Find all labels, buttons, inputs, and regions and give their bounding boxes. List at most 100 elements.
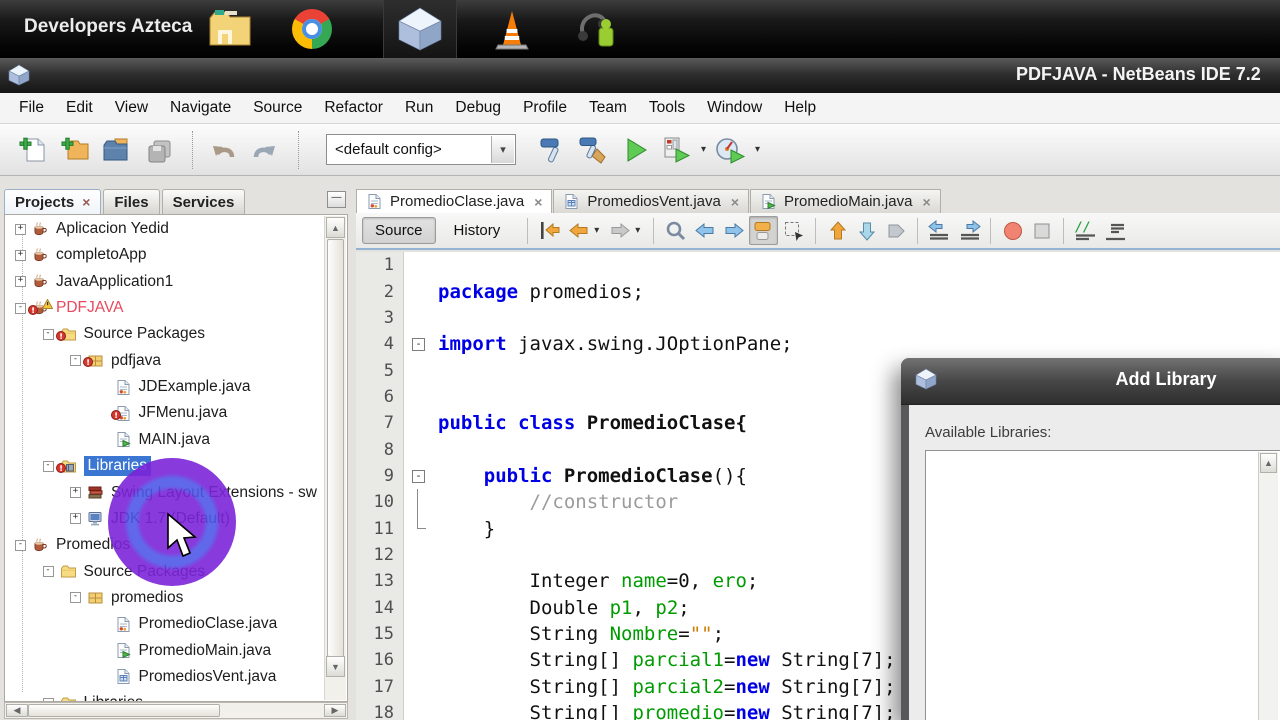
shift-line-left-button[interactable] [926,217,953,244]
available-libraries-list[interactable]: ▲ [925,450,1280,720]
fold-collapse-icon[interactable]: - [412,338,425,351]
tree-horizontal-scrollbar[interactable]: ◀ ▶ [4,702,348,719]
menu-run[interactable]: Run [394,99,444,117]
menu-help[interactable]: Help [773,99,827,117]
code-text[interactable]: String[] parcial2=new String[7]; [438,676,896,698]
menu-navigate[interactable]: Navigate [159,99,242,117]
collapse-icon[interactable]: - [70,355,81,366]
collapse-icon[interactable]: - [70,592,81,603]
code-text[interactable]: String[] parcial1=new String[7]; [438,649,896,671]
tree-item-pdfjava[interactable]: -pdfjava [70,348,161,374]
editor-tab-promedioclase-java[interactable]: PromedioClase.java× [356,189,552,213]
tree-item-jdexample-java[interactable]: JDExample.java [98,374,251,400]
tree-item-libraries[interactable]: -Libraries [43,690,143,702]
chrome-icon[interactable] [287,5,337,53]
tab-projects[interactable]: Projects× [4,189,101,214]
debug-button[interactable] [658,131,696,169]
editor-tab-promediosvent-java[interactable]: PromediosVent.java× [553,189,749,213]
scroll-up-button[interactable]: ▲ [326,217,345,238]
scroll-right-button[interactable]: ▶ [324,704,346,717]
code-text[interactable]: Integer name=0, ero; [438,570,758,592]
profile-button[interactable] [712,131,750,169]
last-edit-button[interactable] [536,217,563,244]
collapse-icon[interactable]: - [43,461,54,472]
tree-item-pdfjava[interactable]: -PDFJAVA [15,295,123,321]
expand-icon[interactable]: + [15,250,26,261]
tree-item-source-packages[interactable]: -Source Packages [43,321,206,347]
code-text[interactable]: Double p1, p2; [438,597,690,619]
menu-file[interactable]: File [8,99,55,117]
close-icon[interactable]: × [922,195,930,209]
expand-icon[interactable]: + [70,513,81,524]
scrollbar-thumb[interactable] [327,239,344,657]
minimize-panel-button[interactable]: — [327,191,346,208]
menu-view[interactable]: View [104,99,159,117]
tree-item-completoapp[interactable]: +completoApp [15,242,146,268]
chevron-down-icon[interactable]: ▾ [491,136,514,163]
tree-item-jfmenu-java[interactable]: JFMenu.java [98,400,228,426]
stop-macro-button[interactable] [1028,217,1055,244]
new-file-button[interactable] [14,131,52,169]
undo-button[interactable] [204,131,242,169]
redo-button[interactable] [246,131,284,169]
next-occurrence-button[interactable] [720,217,747,244]
open-project-button[interactable] [98,131,136,169]
code-text[interactable]: //constructor [438,491,678,513]
menu-source[interactable]: Source [242,99,313,117]
tree-item-main-java[interactable]: MAIN.java [98,427,211,453]
collapse-icon[interactable]: - [15,303,26,314]
tree-item-javaapplication1[interactable]: +JavaApplication1 [15,269,173,295]
code-text[interactable]: String[] promedio=new String[7]; [438,702,896,720]
build-button[interactable] [532,131,570,169]
scroll-up-button[interactable]: ▲ [1260,453,1277,473]
expand-icon[interactable]: + [70,487,81,498]
previous-bookmark-button[interactable] [824,217,851,244]
history-view-button[interactable]: History [442,218,513,243]
tree-vertical-scrollbar[interactable]: ▲ ▼ [324,216,346,700]
record-macro-button[interactable] [999,217,1026,244]
expand-icon[interactable]: + [15,224,26,235]
fold-margin[interactable]: - [404,463,438,489]
explorer-icon[interactable] [205,5,255,53]
source-view-button[interactable]: Source [362,217,436,244]
tree-item-aplicacion-yedid[interactable]: +Aplicacion Yedid [15,216,169,242]
code-text[interactable]: public PromedioClase(){ [438,465,747,487]
forward-button[interactable] [606,217,633,244]
list-vertical-scrollbar[interactable]: ▲ [1258,452,1278,720]
new-project-button[interactable] [56,131,94,169]
chevron-down-icon[interactable]: ▾ [635,225,640,236]
menu-tools[interactable]: Tools [638,99,696,117]
menu-profile[interactable]: Profile [512,99,578,117]
collapse-icon[interactable]: - [43,566,54,577]
vlc-icon[interactable] [487,5,537,53]
clean-build-button[interactable] [574,131,612,169]
find-selection-button[interactable] [662,217,689,244]
config-select[interactable]: <default config> ▾ [326,134,516,165]
uncomment-button[interactable] [1101,217,1128,244]
menu-window[interactable]: Window [696,99,773,117]
chevron-down-icon[interactable]: ▾ [755,144,760,155]
comment-button[interactable]: // [1072,217,1099,244]
close-icon[interactable]: × [82,195,90,209]
menu-team[interactable]: Team [578,99,638,117]
close-icon[interactable]: × [534,195,542,209]
expand-icon[interactable]: + [15,276,26,287]
scroll-down-button[interactable]: ▼ [326,656,345,677]
run-button[interactable] [616,131,654,169]
chevron-down-icon[interactable]: ▾ [594,225,599,236]
rectangular-selection-button[interactable] [780,217,807,244]
collapse-icon[interactable]: - [15,540,26,551]
menu-debug[interactable]: Debug [444,99,512,117]
shift-line-right-button[interactable] [955,217,982,244]
menu-refactor[interactable]: Refactor [313,99,394,117]
fold-margin[interactable]: - [404,331,438,357]
code-text[interactable]: String Nombre=""; [438,623,724,645]
fold-collapse-icon[interactable]: - [412,470,425,483]
code-text[interactable]: package promedios; [438,281,644,303]
close-icon[interactable]: × [731,195,739,209]
code-text[interactable]: import javax.swing.JOptionPane; [438,333,793,355]
headset-icon[interactable] [572,5,622,53]
tab-files[interactable]: Files [103,189,159,214]
toggle-highlight-button[interactable] [749,216,778,245]
dialog-titlebar[interactable]: Add Library [901,358,1280,405]
